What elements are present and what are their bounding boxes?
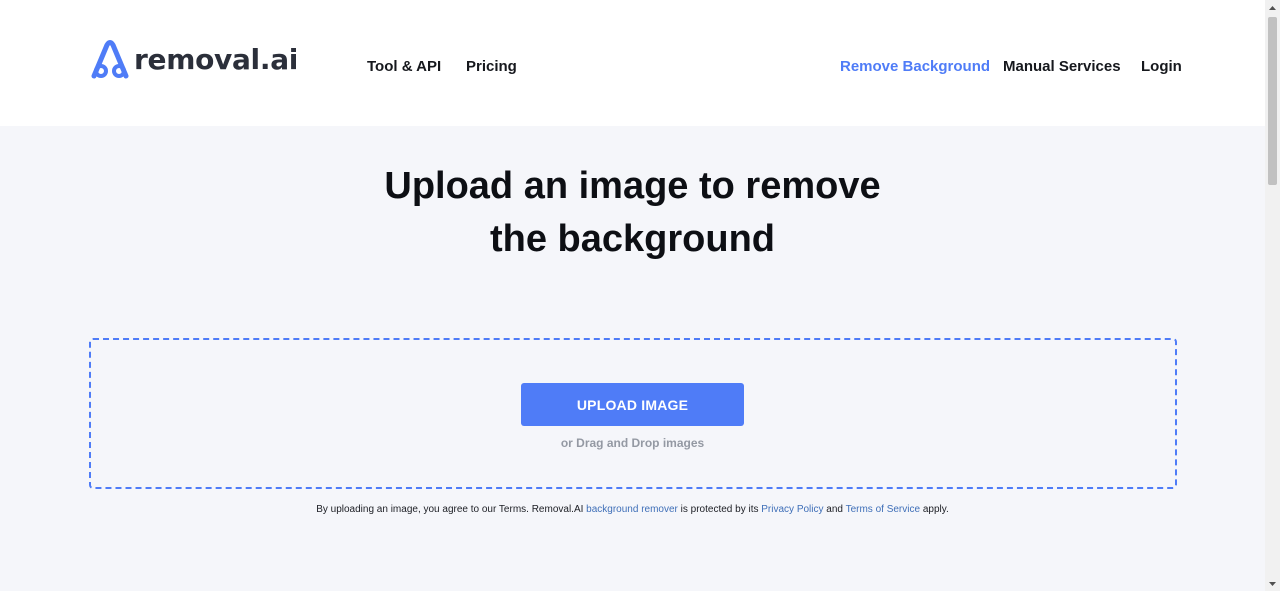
vertical-scrollbar[interactable] xyxy=(1265,0,1280,591)
privacy-policy-link[interactable]: Privacy Policy xyxy=(761,504,823,515)
terms-middle: is protected by its xyxy=(677,504,762,515)
nav-login[interactable]: Login xyxy=(1141,58,1182,76)
terms-notice: By uploading an image, you agree to our … xyxy=(0,504,1265,515)
upload-image-button[interactable]: UPLOAD IMAGE xyxy=(521,383,744,426)
removal-logo-icon xyxy=(91,40,129,79)
terms-and: and xyxy=(823,504,846,515)
terms-suffix: apply. xyxy=(920,504,949,515)
nav-remove-background[interactable]: Remove Background xyxy=(840,58,990,76)
page-title-line1: Upload an image to remove xyxy=(384,165,881,207)
logo[interactable]: removal.ai xyxy=(88,38,298,80)
nav-pricing[interactable]: Pricing xyxy=(466,58,517,76)
terms-of-service-link[interactable]: Terms of Service xyxy=(846,504,920,515)
scroll-up-icon[interactable] xyxy=(1265,0,1280,15)
header: removal.ai Tool & API Pricing Remove Bac… xyxy=(0,0,1265,126)
nav-tool-api[interactable]: Tool & API xyxy=(367,58,441,76)
drag-drop-hint: or Drag and Drop images xyxy=(560,436,705,450)
terms-prefix: By uploading an image, you agree to our … xyxy=(316,504,587,515)
logo-text: removal.ai xyxy=(134,42,299,76)
scrollbar-thumb[interactable] xyxy=(1268,17,1277,185)
page-title-line2: the background xyxy=(489,218,776,260)
nav-manual-services[interactable]: Manual Services xyxy=(1003,58,1121,76)
page-title: Upload an image to remove the background xyxy=(0,160,1265,266)
page: removal.ai Tool & API Pricing Remove Bac… xyxy=(0,0,1265,591)
scroll-down-icon[interactable] xyxy=(1265,576,1280,591)
background-remover-link[interactable]: background remover xyxy=(586,504,678,515)
